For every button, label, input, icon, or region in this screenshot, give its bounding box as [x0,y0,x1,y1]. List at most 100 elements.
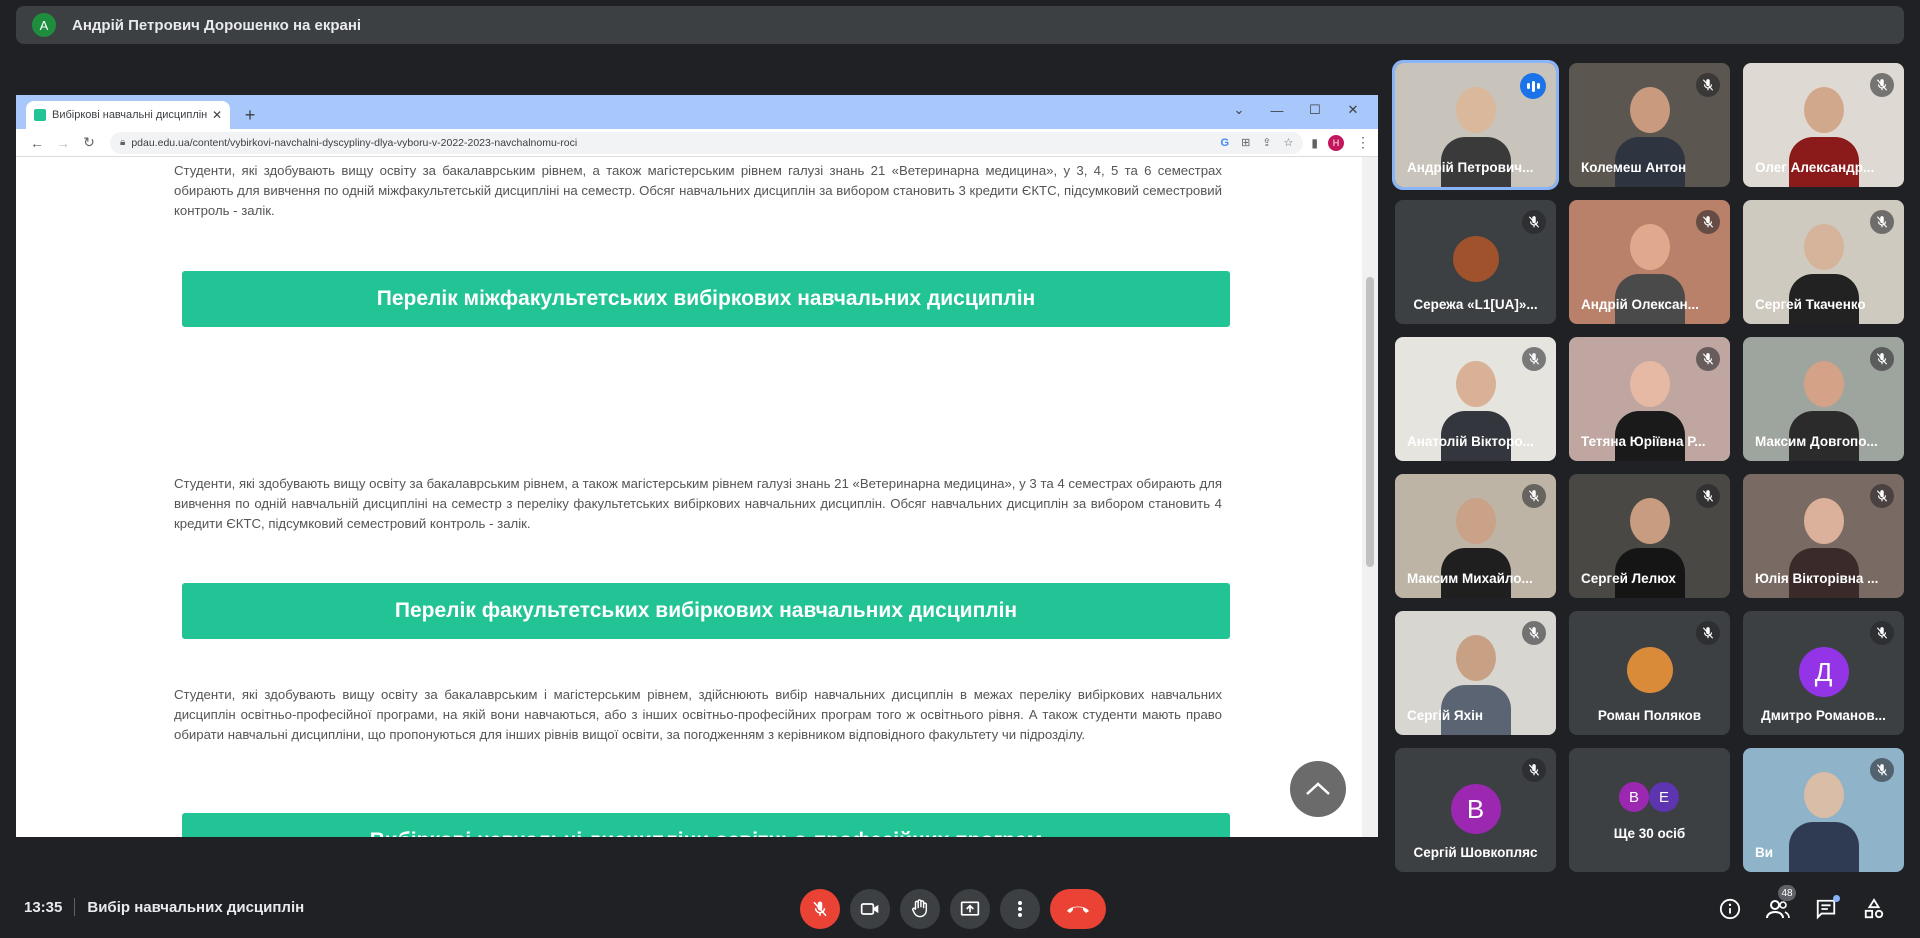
participant-tile[interactable]: Тетяна Юріївна Р... [1569,337,1730,461]
scroll-thumb[interactable] [1366,277,1374,567]
people-icon [1766,900,1790,919]
participant-name: Андрій Олексан... [1581,297,1699,312]
participant-tile[interactable]: Сергей Ткаченко [1743,200,1904,324]
profile-avatar[interactable]: Н [1328,134,1344,151]
participant-tile[interactable]: Анатолій Вікторо... [1395,337,1556,461]
paragraph-interfaculty: Студенти, які здобувають вищу освіту за … [174,163,1222,218]
present-icon [960,901,980,916]
participant-name: Анатолій Вікторо... [1407,434,1534,449]
side-panel-icon[interactable]: ▮ [1311,136,1318,150]
participant-tile[interactable]: Колемеш Антон [1569,63,1730,187]
interfaculty-list-button[interactable]: Перелік міжфакультетських вибіркових нав… [182,271,1230,327]
participant-tile[interactable]: Ви [1743,748,1904,872]
muted-indicator [1870,758,1894,782]
camera-icon [860,903,879,915]
mic-off-icon [1876,627,1888,639]
raise-hand-button[interactable] [900,889,940,929]
chevron-up-icon [1306,782,1330,795]
info-icon [1719,898,1741,920]
maximize-button[interactable]: ☐ [1296,99,1334,121]
participant-profile-image [1626,647,1673,693]
participant-name: Сергей Ткаченко [1755,297,1866,312]
browser-menu-icon[interactable]: ⋮ [1356,134,1370,151]
participant-tile[interactable]: В Е Ще 30 осіб [1569,748,1730,872]
participant-name: Роман Поляков [1597,708,1702,723]
leave-call-button[interactable] [1050,889,1106,929]
participant-tile[interactable]: В Сергій Шовкопляс [1395,748,1556,872]
participant-tile[interactable]: Роман Поляков [1569,611,1730,735]
participant-name: Колемеш Антон [1581,160,1687,175]
side-controls: 48 [1718,885,1886,921]
participant-tile[interactable]: Сергей Лелюх [1569,474,1730,598]
participant-name: Сергій Яхін [1407,708,1484,723]
browser-tab[interactable]: Вибіркові навчальні дисциплін ✕ [26,101,230,129]
muted-indicator [1522,621,1546,645]
muted-indicator [1522,758,1546,782]
page-scrollbar[interactable] [1362,157,1378,837]
muted-indicator [1522,484,1546,508]
participant-tile[interactable]: Д Дмитро Романов... [1743,611,1904,735]
mic-off-icon [1876,353,1888,365]
forward-icon[interactable]: → [50,135,76,151]
mic-off-icon [1876,216,1888,228]
muted-indicator [1522,210,1546,234]
participant-name: Андрій Петрович... [1407,160,1534,175]
muted-indicator [1870,73,1894,97]
participant-avatar: Е [1649,782,1679,812]
participant-tile[interactable]: Олег Александр... [1743,63,1904,187]
favicon-icon [34,109,46,121]
call-controls [800,889,1106,929]
people-button[interactable]: 48 [1766,885,1796,921]
muted-indicator [1870,621,1894,645]
participant-tile[interactable]: Андрій Олексан... [1569,200,1730,324]
url-bar[interactable]: 🔒︎ pdau.edu.ua/content/vybirkovi-navchal… [110,131,1304,154]
chat-button[interactable] [1814,895,1840,921]
translate-icon[interactable]: ⊞ [1241,136,1250,149]
people-count-badge: 48 [1778,885,1796,901]
more-options-button[interactable] [1000,889,1040,929]
camera-toggle-button[interactable] [850,889,890,929]
share-icon[interactable]: ⇪ [1262,136,1271,149]
tab-title: Вибіркові навчальні дисциплін [52,109,208,121]
meeting-title: Вибір навчальних дисциплін [87,898,305,916]
hand-icon [912,899,928,918]
mic-off-icon [1528,353,1540,365]
activities-button[interactable] [1862,897,1886,921]
present-screen-button[interactable] [950,889,990,929]
programs-list-button[interactable]: Вибіркові навчальні дисципліни освітньо-… [182,813,1230,837]
bookmark-star-icon[interactable]: ☆ [1284,136,1294,149]
close-window-button[interactable]: ✕ [1334,99,1372,121]
participant-tile[interactable]: Максим Михайло... [1395,474,1556,598]
faculty-list-button[interactable]: Перелік факультетських вибіркових навчал… [182,583,1230,639]
minimize-button[interactable]: — [1258,99,1296,121]
mic-off-icon [1528,490,1540,502]
new-tab-button[interactable]: + [236,101,264,129]
participant-tile[interactable]: Андрій Петрович... [1392,60,1559,190]
speaking-indicator-icon [1520,73,1546,99]
muted-indicator [1696,621,1720,645]
address-bar-row: ← → ↻ 🔒︎ pdau.edu.ua/content/vybirkovi-n… [16,129,1378,157]
mic-off-icon [1702,490,1714,502]
participant-name: Олег Александр... [1755,160,1875,175]
mic-off-icon [1528,764,1540,776]
scroll-to-top-button[interactable] [1290,761,1346,817]
mic-off-icon [1702,627,1714,639]
back-icon[interactable]: ← [24,135,50,151]
participant-profile-image [1452,236,1499,282]
google-lens-icon[interactable]: G [1221,137,1230,149]
meeting-details-button[interactable] [1718,897,1742,921]
mic-toggle-button[interactable] [800,889,840,929]
muted-indicator [1696,210,1720,234]
participant-tile[interactable]: Сережа «L1[UA]»... [1395,200,1556,324]
shared-screen: Вибіркові навчальні дисциплін ✕ + ⌄ — ☐ … [16,95,1378,837]
close-tab-icon[interactable]: ✕ [212,108,222,122]
muted-indicator [1696,347,1720,371]
participant-tile[interactable]: Сергій Яхін [1395,611,1556,735]
participant-avatar: В [1619,782,1649,812]
tab-search-icon[interactable]: ⌄ [1220,99,1258,121]
reload-icon[interactable]: ↻ [76,134,102,151]
participant-tile[interactable]: Максим Довгопо... [1743,337,1904,461]
muted-indicator [1870,484,1894,508]
participant-tile[interactable]: Юлія Вікторівна ... [1743,474,1904,598]
mic-off-icon [1702,216,1714,228]
